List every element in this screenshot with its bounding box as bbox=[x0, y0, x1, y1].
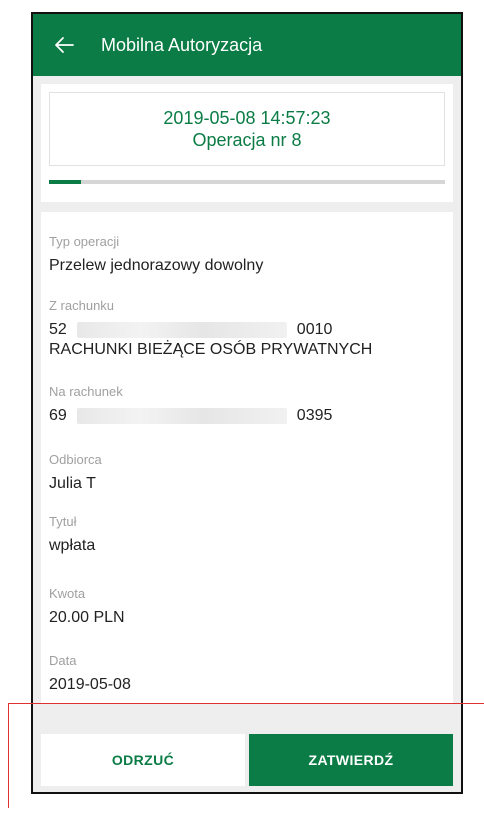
operation-summary: 2019-05-08 14:57:23 Operacja nr 8 bbox=[49, 92, 445, 166]
field-label: Odbiorca bbox=[49, 452, 102, 467]
account-suffix: 0395 bbox=[296, 407, 333, 424]
progress-fill bbox=[49, 180, 81, 184]
field-label: Kwota bbox=[49, 586, 86, 601]
confirm-button[interactable]: ZATWIERDŹ bbox=[249, 734, 453, 786]
account-suffix: 0010 bbox=[296, 321, 333, 338]
progress-bar bbox=[49, 180, 445, 184]
back-button[interactable] bbox=[49, 30, 79, 60]
app-bar: Mobilna Autoryzacja bbox=[33, 14, 461, 76]
phone-screen: Mobilna Autoryzacja 2019-05-08 14:57:23 … bbox=[31, 12, 463, 794]
field-amount: Kwota 20.00 PLN bbox=[49, 586, 445, 628]
page-title: Mobilna Autoryzacja bbox=[101, 34, 263, 55]
field-value: 2019-05-08 bbox=[49, 676, 131, 693]
field-operation-type: Typ operacji Przelew jednorazowy dowolny bbox=[49, 234, 445, 276]
field-label: Z rachunku bbox=[49, 298, 115, 313]
field-date: Data 2019-05-08 bbox=[49, 653, 445, 695]
field-from-account: Z rachunku 52 0010 RACHUNKI BIEŻĄCE OSÓB… bbox=[49, 298, 445, 360]
account-number: 69 0395 bbox=[49, 406, 445, 426]
account-number: 52 0010 bbox=[49, 320, 445, 340]
redacted-account-digits bbox=[76, 408, 287, 424]
annotation-line-horizontal bbox=[8, 703, 484, 704]
field-value: 20.00 PLN bbox=[49, 609, 125, 626]
field-to-account: Na rachunek 69 0395 bbox=[49, 384, 445, 426]
arrow-left-icon bbox=[55, 37, 74, 53]
field-value: wpłata bbox=[49, 537, 96, 554]
field-label: Data bbox=[49, 653, 77, 668]
operation-datetime: 2019-05-08 14:57:23 bbox=[163, 108, 331, 128]
annotation-line-vertical bbox=[8, 703, 9, 808]
redacted-account-digits bbox=[76, 322, 287, 338]
details-card: Typ operacji Przelew jednorazowy dowolny… bbox=[41, 212, 453, 704]
field-label: Na rachunek bbox=[49, 384, 123, 399]
field-title: Tytuł wpłata bbox=[49, 514, 445, 556]
account-name: RACHUNKI BIEŻĄCE OSÓB PRYWATNYCH bbox=[49, 341, 373, 358]
operation-number: Operacja nr 8 bbox=[192, 130, 302, 150]
account-prefix: 69 bbox=[49, 407, 67, 424]
reject-button[interactable]: ODRZUĆ bbox=[41, 734, 245, 786]
field-value: Przelew jednorazowy dowolny bbox=[49, 257, 264, 274]
field-label: Tytuł bbox=[49, 514, 77, 529]
action-bar: ODRZUĆ ZATWIERDŹ bbox=[41, 734, 453, 786]
account-prefix: 52 bbox=[49, 321, 67, 338]
field-recipient: Odbiorca Julia T bbox=[49, 452, 445, 494]
field-value: Julia T bbox=[49, 475, 96, 492]
operation-card: 2019-05-08 14:57:23 Operacja nr 8 bbox=[41, 84, 453, 202]
field-label: Typ operacji bbox=[49, 234, 120, 249]
